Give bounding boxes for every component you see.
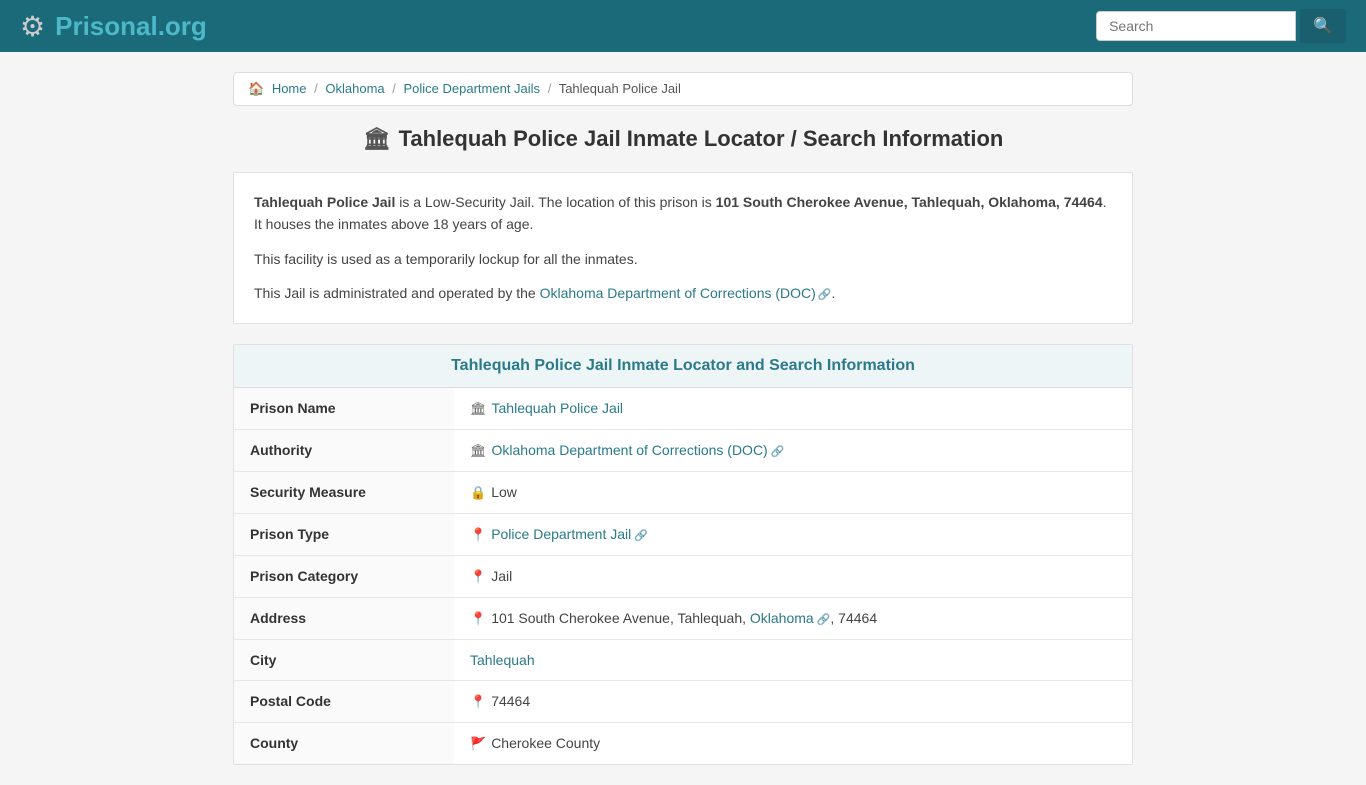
ext-icon: 🔗	[634, 530, 648, 542]
description-para1: Tahlequah Police Jail is a Low-Security …	[254, 191, 1112, 236]
table-row: Prison Type 📍 Police Department Jail🔗	[234, 513, 1132, 555]
cell-link[interactable]: Tahlequah Police Jail	[492, 400, 624, 416]
table-row: County 🚩 Cherokee County	[234, 722, 1132, 764]
page-title: 🏛 Tahlequah Police Jail Inmate Locator /…	[233, 126, 1133, 152]
ext-icon: 🔗	[771, 446, 785, 458]
cell-link[interactable]: Oklahoma Department of Corrections (DOC)	[492, 442, 768, 458]
row-value: 🏛 Oklahoma Department of Corrections (DOC…	[454, 429, 1132, 471]
info-table-header: Tahlequah Police Jail Inmate Locator and…	[234, 345, 1132, 388]
cell-icon: 📍	[470, 694, 486, 709]
cell-link[interactable]: Police Department Jail	[491, 526, 631, 542]
logo-text: Prisonal.org	[55, 11, 207, 42]
state-link[interactable]: Oklahoma	[750, 610, 814, 626]
row-value: 📍 Police Department Jail🔗	[454, 513, 1132, 555]
row-label: Prison Name	[234, 388, 454, 430]
cell-icon: 🏛	[470, 401, 487, 416]
cell-icon: 🚩	[470, 736, 486, 751]
description-para2: This facility is used as a temporarily l…	[254, 248, 1112, 270]
row-value: 🚩 Cherokee County	[454, 722, 1132, 764]
breadcrumb-category[interactable]: Police Department Jails	[404, 81, 541, 96]
row-label: Postal Code	[234, 680, 454, 722]
search-area: 🔍	[1096, 9, 1346, 43]
main-content: 🏠 Home / Oklahoma / Police Department Ja…	[223, 52, 1143, 785]
breadcrumb: 🏠 Home / Oklahoma / Police Department Ja…	[233, 72, 1133, 106]
row-label: County	[234, 722, 454, 764]
logo-ext: .org	[158, 11, 207, 41]
external-link-icon: 🔗	[818, 289, 832, 301]
logo-main: Prisonal	[55, 11, 158, 41]
search-input[interactable]	[1096, 11, 1296, 41]
row-label: Address	[234, 597, 454, 639]
cell-text: Jail	[491, 568, 512, 584]
logo-icon: ⚙	[20, 10, 45, 43]
table-row: Prison Name 🏛 Tahlequah Police Jail	[234, 388, 1132, 430]
table-row: Authority 🏛 Oklahoma Department of Correct…	[234, 429, 1132, 471]
cell-link[interactable]: Tahlequah	[470, 652, 535, 668]
description-section: Tahlequah Police Jail is a Low-Security …	[233, 172, 1133, 324]
info-table-section: Tahlequah Police Jail Inmate Locator and…	[233, 344, 1133, 765]
prison-name-bold: Tahlequah Police Jail	[254, 194, 395, 210]
table-row: Address 📍 101 South Cherokee Avenue, Tahle…	[234, 597, 1132, 639]
home-icon: 🏠	[248, 81, 264, 96]
site-header: ⚙ Prisonal.org 🔍	[0, 0, 1366, 52]
description-para3: This Jail is administrated and operated …	[254, 282, 1112, 305]
building-icon: 🏛	[363, 126, 391, 152]
row-value: 🏛 Tahlequah Police Jail	[454, 388, 1132, 430]
info-table: Prison Name 🏛 Tahlequah Police Jail Authori…	[234, 388, 1132, 764]
address-text: 101 South Cherokee Avenue, Tahlequah,	[491, 610, 750, 626]
search-button[interactable]: 🔍	[1300, 9, 1346, 43]
row-label: City	[234, 639, 454, 680]
row-label: Security Measure	[234, 471, 454, 513]
row-value: 📍 74464	[454, 680, 1132, 722]
cell-icon: 📍	[470, 569, 486, 584]
doc-link[interactable]: Oklahoma Department of Corrections (DOC)	[540, 285, 816, 301]
row-value: 📍 Jail	[454, 555, 1132, 597]
cell-icon: 📍	[470, 611, 486, 626]
ext-icon: 🔗	[817, 614, 831, 626]
row-value: 📍 101 South Cherokee Avenue, Tahlequah, O…	[454, 597, 1132, 639]
cell-text: 74464	[491, 693, 530, 709]
breadcrumb-state[interactable]: Oklahoma	[325, 81, 384, 96]
row-label: Prison Category	[234, 555, 454, 597]
breadcrumb-current: Tahlequah Police Jail	[559, 81, 681, 96]
row-value: Tahlequah	[454, 639, 1132, 680]
cell-text: Low	[491, 484, 517, 500]
zip-text: , 74464	[830, 610, 877, 626]
row-value: 🔒 Low	[454, 471, 1132, 513]
cell-icon: 🏛	[470, 443, 487, 458]
table-row: Security Measure 🔒 Low	[234, 471, 1132, 513]
cell-icon: 🔒	[470, 485, 486, 500]
cell-icon: 📍	[470, 527, 486, 542]
table-row: City Tahlequah	[234, 639, 1132, 680]
row-label: Authority	[234, 429, 454, 471]
row-label: Prison Type	[234, 513, 454, 555]
cell-text: Cherokee County	[491, 735, 600, 751]
table-row: Prison Category 📍 Jail	[234, 555, 1132, 597]
breadcrumb-home[interactable]: Home	[272, 81, 307, 96]
logo-area: ⚙ Prisonal.org	[20, 10, 207, 43]
table-row: Postal Code 📍 74464	[234, 680, 1132, 722]
